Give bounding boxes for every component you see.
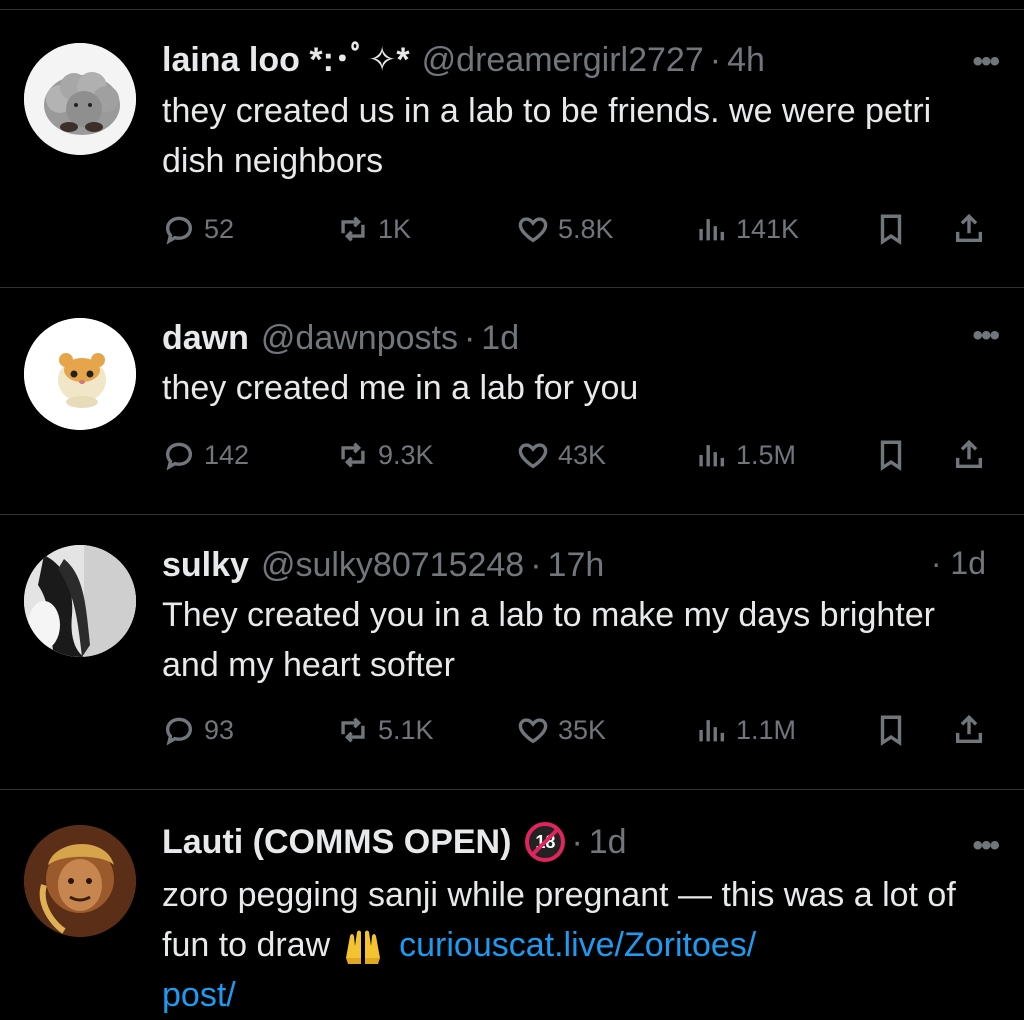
reply-count: 93 bbox=[204, 714, 235, 745]
share-icon bbox=[955, 213, 983, 243]
display-name[interactable]: laina loo *:･ﾟ✧* bbox=[162, 40, 410, 80]
repost-icon bbox=[341, 442, 365, 468]
heart-icon bbox=[518, 443, 548, 469]
separator-dot: · bbox=[463, 319, 476, 357]
tweet-text: They created you in a lab to make my day… bbox=[162, 596, 935, 684]
reply-icon bbox=[165, 442, 193, 471]
avatar[interactable] bbox=[24, 318, 136, 430]
display-name[interactable]: sulky bbox=[162, 545, 249, 585]
view-count: 1.1M bbox=[736, 714, 797, 745]
view-count: 141K bbox=[736, 213, 800, 244]
handle[interactable]: @dreamergirl2727 bbox=[422, 40, 704, 80]
raising-hands-emoji-icon bbox=[345, 930, 380, 965]
tweet-text: zoro pegging sanji while pregnant — this… bbox=[162, 870, 982, 1020]
repost-icon bbox=[341, 717, 365, 743]
views-bar-chart-icon bbox=[699, 720, 725, 742]
like-count: 5.8K bbox=[558, 213, 614, 244]
more-options-icon[interactable]: ••• bbox=[972, 47, 999, 77]
like-button[interactable]: 43K bbox=[516, 438, 606, 472]
share-button[interactable] bbox=[952, 713, 986, 747]
reply-count: 52 bbox=[204, 213, 235, 244]
views-bar-chart-icon bbox=[699, 219, 725, 241]
hamster-plush-avatar bbox=[24, 318, 136, 430]
display-name[interactable]: dawn bbox=[162, 318, 249, 358]
repost-count: 1K bbox=[378, 213, 412, 244]
separator-dot: · bbox=[709, 41, 722, 79]
post-link-continued[interactable]: post/ bbox=[162, 976, 236, 1014]
timestamp[interactable]: 1d bbox=[589, 822, 627, 862]
display-name[interactable]: Lauti (COMMS OPEN) bbox=[162, 822, 511, 862]
share-button[interactable] bbox=[952, 438, 986, 472]
separator-dot: · bbox=[571, 823, 583, 861]
dark-hair-photo-avatar bbox=[24, 545, 136, 657]
avatar[interactable] bbox=[24, 825, 136, 937]
timestamp[interactable]: 4h bbox=[727, 40, 765, 80]
bookmark-icon bbox=[880, 440, 902, 471]
handle[interactable]: @dawnposts bbox=[261, 318, 458, 358]
timestamp[interactable]: 17h bbox=[548, 545, 605, 585]
reply-icon bbox=[165, 216, 193, 245]
heart-icon bbox=[518, 718, 548, 744]
reply-icon bbox=[165, 717, 193, 746]
views-button[interactable]: 141K bbox=[694, 212, 799, 246]
like-button[interactable]: 5.8K bbox=[516, 212, 614, 246]
repost-icon bbox=[341, 216, 365, 242]
tweet-2[interactable]: dawn @dawnposts · 1d ••• they created me… bbox=[0, 288, 1024, 514]
reply-button[interactable]: 93 bbox=[162, 713, 234, 747]
bookmark-button[interactable] bbox=[874, 212, 908, 246]
tweet-text: they created me in a lab for you bbox=[162, 369, 639, 407]
illustrated-portrait-avatar bbox=[24, 825, 136, 937]
heart-icon bbox=[518, 217, 548, 243]
fluffy-gray-plush-avatar bbox=[24, 43, 136, 155]
like-count: 35K bbox=[558, 714, 607, 745]
reply-button[interactable]: 52 bbox=[162, 212, 234, 246]
more-options-icon[interactable]: ••• bbox=[972, 321, 999, 351]
share-button[interactable] bbox=[952, 212, 986, 246]
post-link[interactable]: curiouscat.live/Zoritoes/ bbox=[399, 926, 756, 964]
views-button[interactable]: 1.5M bbox=[694, 438, 796, 472]
repost-button[interactable]: 9.3K bbox=[336, 438, 434, 472]
reply-button[interactable]: 142 bbox=[162, 438, 249, 472]
separator-dot: · bbox=[530, 546, 542, 584]
no-under-18-badge-icon: 18 bbox=[525, 822, 566, 862]
bookmark-icon bbox=[880, 715, 902, 746]
views-button[interactable]: 1.1M bbox=[694, 713, 796, 747]
views-bar-chart-icon bbox=[699, 445, 725, 467]
timestamp[interactable]: 1d bbox=[481, 318, 519, 358]
handle[interactable]: @sulky80715248 bbox=[261, 545, 524, 585]
avatar[interactable] bbox=[24, 43, 136, 155]
tweet-1[interactable]: laina loo *:･ﾟ✧* @dreamergirl2727 · 4h •… bbox=[0, 0, 1024, 287]
tweet-3[interactable]: sulky @sulky80715248 · 17h · 1d They cre… bbox=[0, 515, 1024, 790]
tweet-4[interactable]: Lauti (COMMS OPEN) 18 · 1d ••• zoro pegg… bbox=[0, 790, 1024, 1014]
share-icon bbox=[955, 439, 983, 469]
repost-count: 5.1K bbox=[378, 714, 434, 745]
bookmark-button[interactable] bbox=[874, 438, 908, 472]
bookmark-icon bbox=[880, 214, 902, 245]
bookmark-button[interactable] bbox=[874, 713, 908, 747]
tweet-text: they created us in a lab to be friends. … bbox=[162, 92, 932, 180]
like-button[interactable]: 35K bbox=[516, 713, 606, 747]
reply-count: 142 bbox=[204, 439, 250, 470]
share-icon bbox=[955, 714, 983, 744]
view-count: 1.5M bbox=[736, 439, 797, 470]
action-bar: 142 9.3K 43K 1.5M bbox=[162, 438, 1002, 478]
repost-count: 9.3K bbox=[378, 439, 434, 470]
repost-button[interactable]: 1K bbox=[336, 212, 411, 246]
action-bar: 93 5.1K 35K 1.1M bbox=[162, 713, 1002, 753]
more-options-icon[interactable]: ••• bbox=[972, 831, 999, 861]
action-bar: 52 1K 5.8K 141K bbox=[162, 212, 1002, 252]
repost-button[interactable]: 5.1K bbox=[336, 713, 434, 747]
side-timestamp: · 1d bbox=[930, 545, 986, 581]
avatar[interactable] bbox=[24, 545, 136, 657]
like-count: 43K bbox=[558, 439, 607, 470]
